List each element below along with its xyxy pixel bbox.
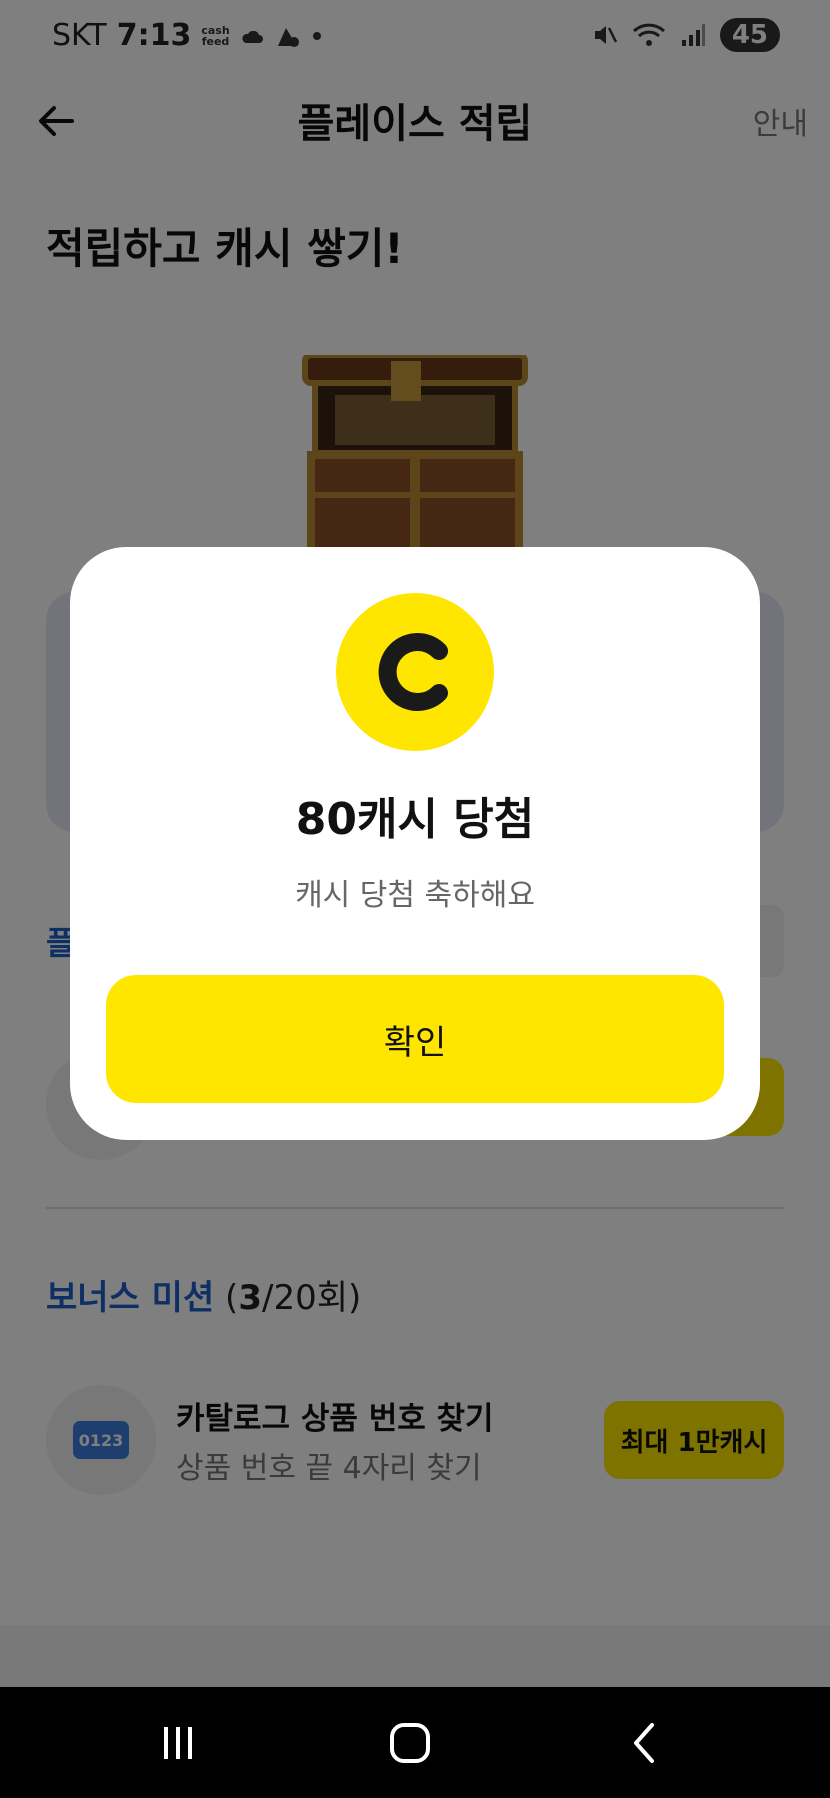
screen: SKT 7:13 cash feed 45 플레이스 적립 안내 적립하고 캐시… xyxy=(0,0,830,1798)
navigation-bar xyxy=(0,1687,830,1798)
recent-apps-icon[interactable] xyxy=(148,1715,208,1771)
modal-title: 80캐시 당첨 xyxy=(295,794,535,845)
modal-subtitle: 캐시 당첨 축하해요 xyxy=(295,878,535,913)
coin-c-glyph xyxy=(378,633,448,711)
coin-c-icon xyxy=(336,593,494,751)
back-nav-icon[interactable] xyxy=(614,1715,674,1771)
confirm-button[interactable]: 확인 xyxy=(106,975,724,1103)
reward-modal: 80캐시 당첨 캐시 당첨 축하해요 확인 xyxy=(70,547,760,1140)
home-icon[interactable] xyxy=(380,1715,440,1771)
